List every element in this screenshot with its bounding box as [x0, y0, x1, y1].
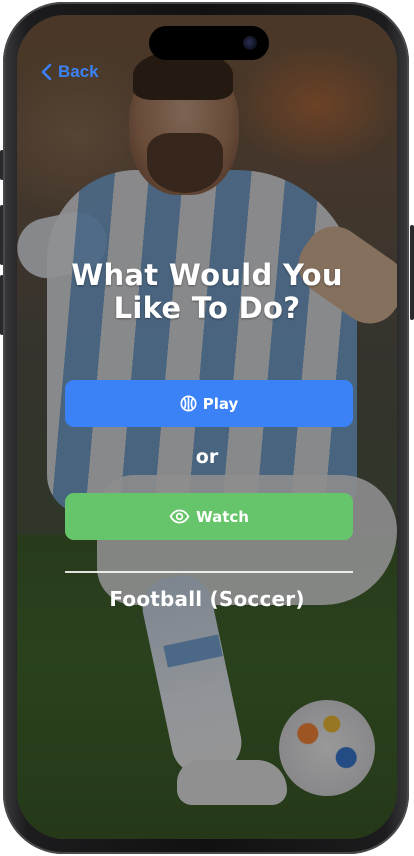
play-button[interactable]: Play	[65, 380, 353, 427]
sport-name: Football (Soccer)	[109, 587, 305, 611]
title-line: What Would You	[71, 258, 343, 292]
page-title: What Would You Like To Do?	[17, 259, 397, 325]
dark-overlay	[17, 15, 397, 839]
phone-device: Back What Would You Like To Do? Play or	[0, 0, 414, 856]
back-button[interactable]: Back	[40, 61, 99, 83]
dynamic-island	[149, 26, 269, 60]
play-label: Play	[202, 394, 239, 413]
chevron-left-icon	[40, 63, 52, 81]
app-screen: Back What Would You Like To Do? Play or	[17, 15, 397, 839]
side-button	[410, 225, 414, 320]
back-label: Back	[58, 62, 99, 81]
or-separator: or	[195, 446, 219, 468]
title-line: Like To Do?	[113, 291, 301, 325]
camera-icon	[243, 36, 257, 50]
watch-label: Watch	[196, 507, 249, 526]
divider-line	[65, 571, 353, 573]
basketball-icon	[180, 395, 197, 412]
eye-icon	[169, 509, 190, 524]
watch-button[interactable]: Watch	[65, 493, 353, 540]
